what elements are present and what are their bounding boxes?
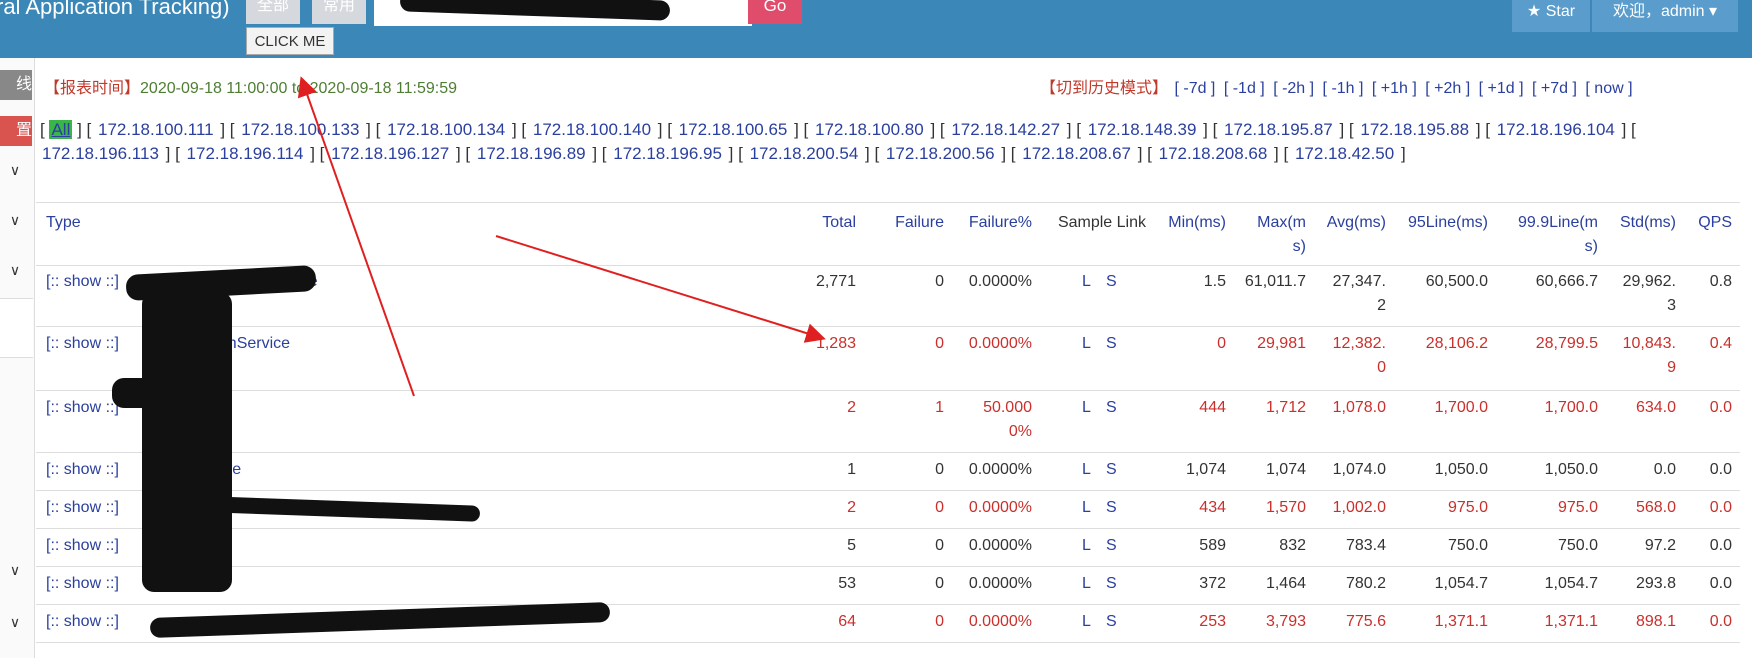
arrow-to-total xyxy=(495,235,826,343)
arrow-to-click-me xyxy=(297,76,415,397)
annotation-arrows xyxy=(297,76,826,397)
